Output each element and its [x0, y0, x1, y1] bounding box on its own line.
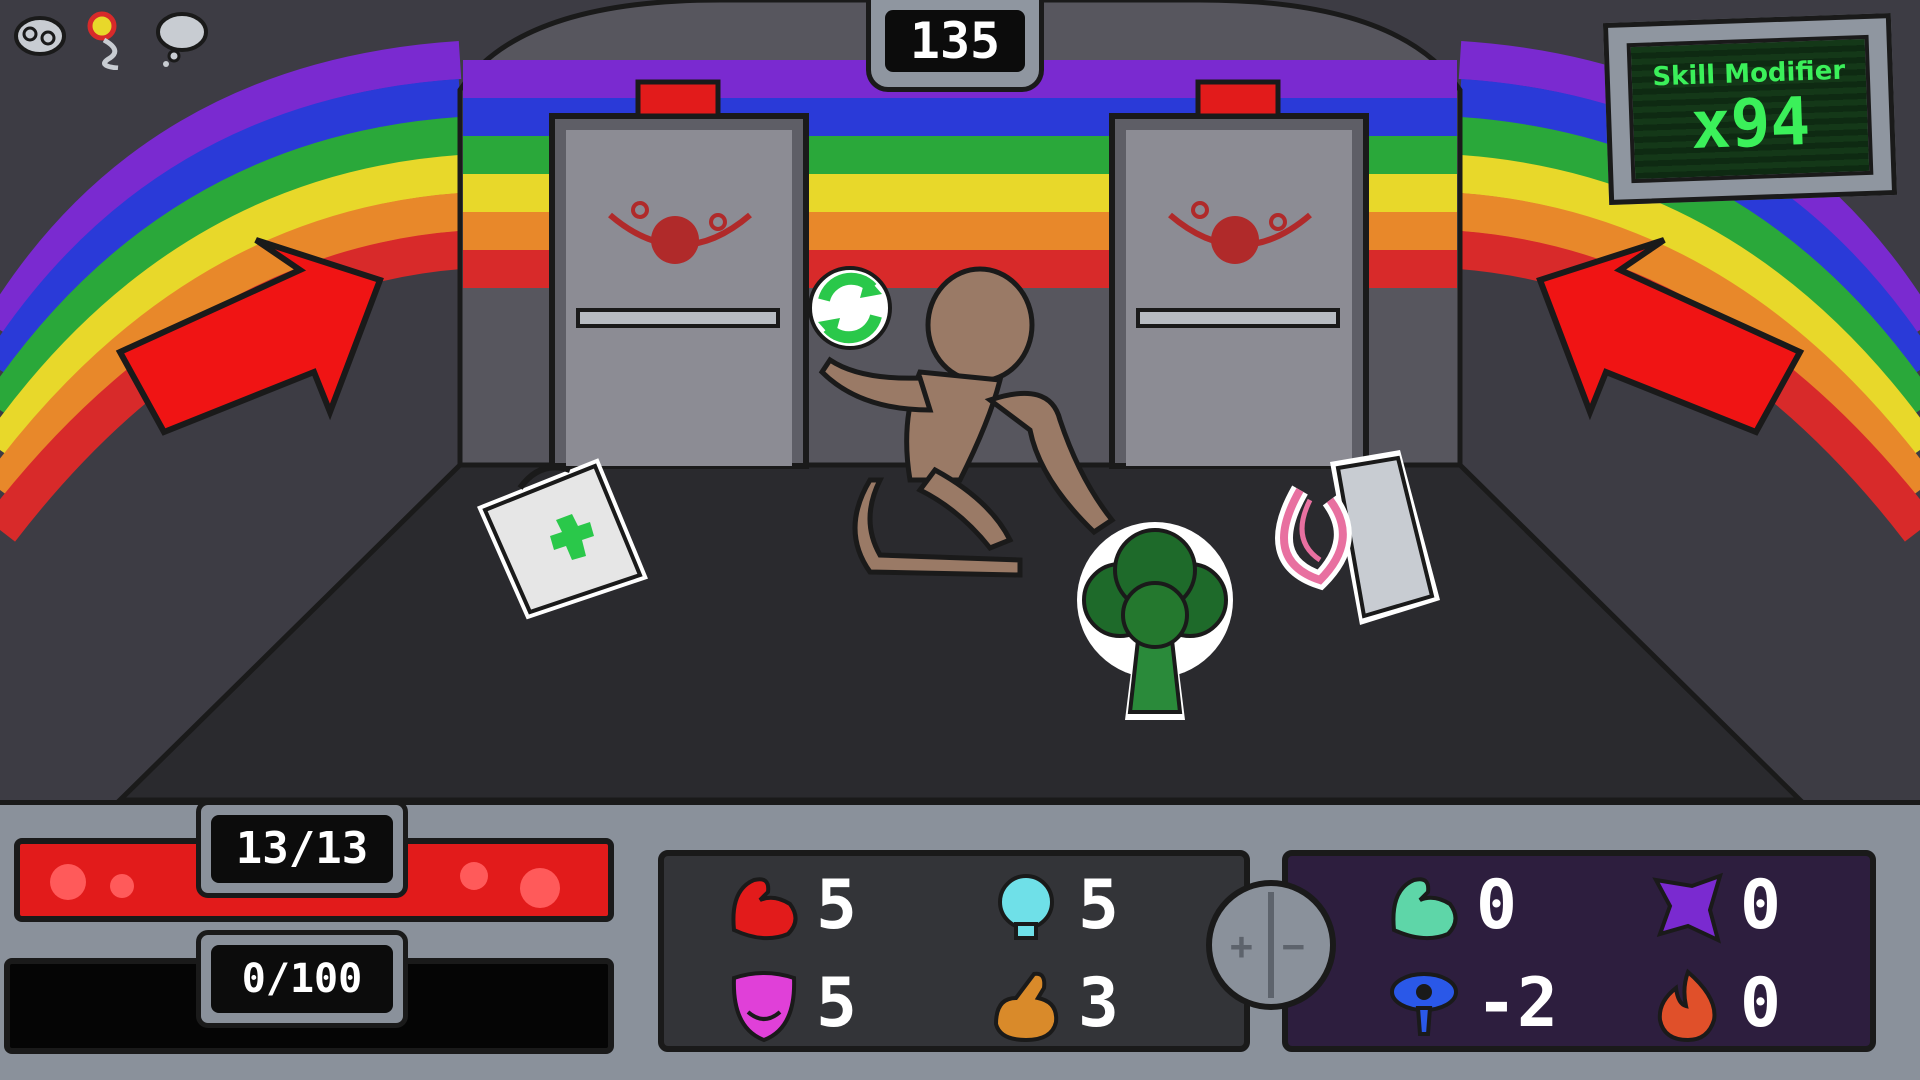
- health-label-frame: 13/13: [196, 800, 408, 898]
- plus-minus-toggle[interactable]: + −: [1206, 880, 1336, 1010]
- purple-shape-icon: [1652, 872, 1724, 944]
- mask-icon: [731, 971, 797, 1043]
- eye-drip-icon: [1390, 972, 1458, 1036]
- secondary-stats-panel: 0 0 -2 0: [1282, 850, 1876, 1052]
- skill-modifier-panel: Skill Modifier x94: [1602, 13, 1898, 205]
- primary-stats-panel: 5 5 5 3: [658, 850, 1250, 1052]
- health-value: 13/13: [211, 815, 393, 883]
- stat-dexterity-value: 3: [1078, 964, 1119, 1043]
- stat-intellect-value: 5: [1078, 866, 1119, 945]
- stat-intellect: 5: [966, 866, 1196, 946]
- flower-icon[interactable]: [82, 10, 138, 74]
- swap-icon[interactable]: [808, 266, 892, 350]
- experience-value: 0/100: [211, 945, 393, 1013]
- stat-dexterity: 3: [966, 964, 1196, 1044]
- stat-shadow-value: 0: [1740, 866, 1781, 945]
- stat-perception-value: -2: [1476, 964, 1558, 1043]
- fire-icon: [1657, 968, 1717, 1043]
- right-door[interactable]: [1109, 79, 1369, 469]
- stat-fire: 0: [1628, 964, 1858, 1044]
- lightbulb-icon: [998, 874, 1054, 940]
- slime-muscle-icon: [1391, 877, 1458, 941]
- skill-modifier-value: x94: [1689, 82, 1812, 165]
- stat-charisma: 5: [704, 964, 934, 1044]
- stat-slime-value: 0: [1476, 866, 1517, 945]
- turn-counter: 135: [866, 0, 1044, 92]
- game-scene: 135 Skill Modifier x94 13/13 0/100 5 5 5…: [0, 0, 1920, 1080]
- skill-modifier-screen: Skill Modifier x94: [1626, 34, 1874, 184]
- fist-icon: [993, 971, 1059, 1043]
- stat-strength-value: 5: [816, 866, 857, 945]
- brain-icon[interactable]: [12, 10, 68, 66]
- stat-fire-value: 0: [1740, 964, 1781, 1043]
- stat-slime: 0: [1364, 866, 1594, 946]
- left-door[interactable]: [549, 79, 809, 469]
- counter-value: 135: [885, 10, 1025, 72]
- stat-shadow: 0: [1628, 866, 1858, 946]
- muscle-icon: [731, 877, 798, 941]
- thought-bubble-icon[interactable]: [154, 10, 210, 72]
- minus-label: −: [1282, 924, 1305, 968]
- stat-strength: 5: [704, 866, 934, 946]
- plus-label: +: [1230, 924, 1253, 968]
- stat-charisma-value: 5: [816, 964, 857, 1043]
- stat-perception: -2: [1364, 964, 1594, 1044]
- experience-label-frame: 0/100: [196, 930, 408, 1028]
